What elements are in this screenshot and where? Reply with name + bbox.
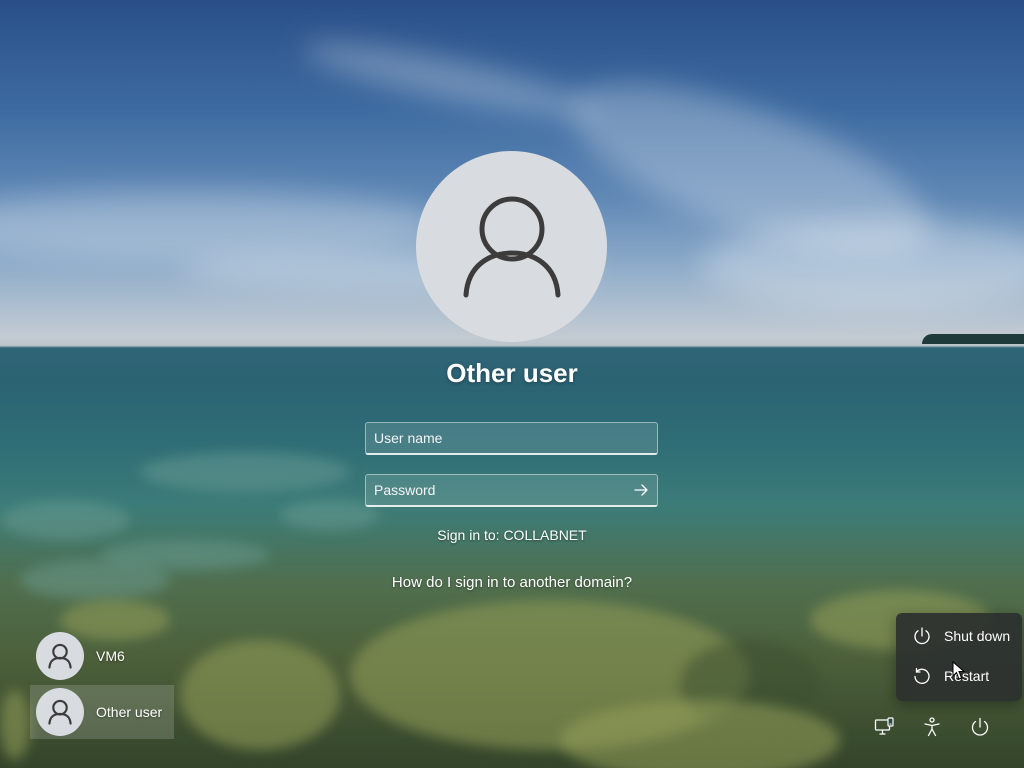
username-field-wrapper	[365, 422, 658, 455]
user-tile-other-user[interactable]: Other user	[30, 685, 174, 739]
power-icon[interactable]	[969, 716, 991, 738]
rock-decoration	[560, 700, 840, 768]
power-menu: Shut down Restart	[896, 613, 1022, 701]
person-icon	[48, 699, 72, 725]
restart-label: Restart	[944, 668, 990, 684]
cloud-decoration	[550, 48, 950, 292]
rock-decoration	[100, 540, 270, 570]
cloud-decoration	[0, 190, 440, 260]
rock-decoration	[0, 690, 30, 760]
user-tile-avatar	[36, 688, 84, 736]
password-field-wrapper	[365, 474, 658, 507]
rock-decoration	[180, 640, 340, 750]
distant-island	[922, 334, 1024, 344]
shut-down-label: Shut down	[944, 628, 1011, 644]
user-title: Other user	[446, 358, 578, 388]
username-input[interactable]	[366, 423, 657, 453]
submit-arrow-icon[interactable]	[633, 482, 649, 498]
user-tile-name: VM6	[96, 648, 125, 664]
user-avatar	[416, 151, 607, 342]
accessibility-icon[interactable]	[921, 716, 943, 738]
shut-down-menu-item[interactable]: Shut down	[900, 617, 1018, 655]
password-input[interactable]	[366, 475, 657, 505]
power-icon	[914, 627, 930, 645]
rock-decoration	[140, 452, 350, 492]
other-domain-link[interactable]: How do I sign in to another domain?	[262, 574, 762, 591]
cloud-decoration	[700, 220, 1024, 310]
rock-decoration	[20, 560, 170, 600]
user-tile-avatar	[36, 632, 84, 680]
network-icon[interactable]	[873, 716, 895, 738]
rock-decoration	[680, 640, 820, 730]
mouse-cursor-icon	[952, 661, 966, 680]
restart-icon	[914, 667, 930, 684]
rock-decoration	[0, 500, 130, 540]
rock-decoration	[350, 600, 750, 750]
user-tile-name: Other user	[96, 704, 163, 720]
person-icon	[463, 196, 560, 297]
lock-screen: Other user Sign in to: COLLABNET How do …	[0, 0, 1024, 768]
person-icon	[48, 643, 72, 669]
user-tile-vm6[interactable]: VM6	[30, 629, 174, 683]
sign-in-domain-text: Sign in to: COLLABNET	[437, 527, 587, 543]
cloud-decoration	[299, 29, 601, 131]
